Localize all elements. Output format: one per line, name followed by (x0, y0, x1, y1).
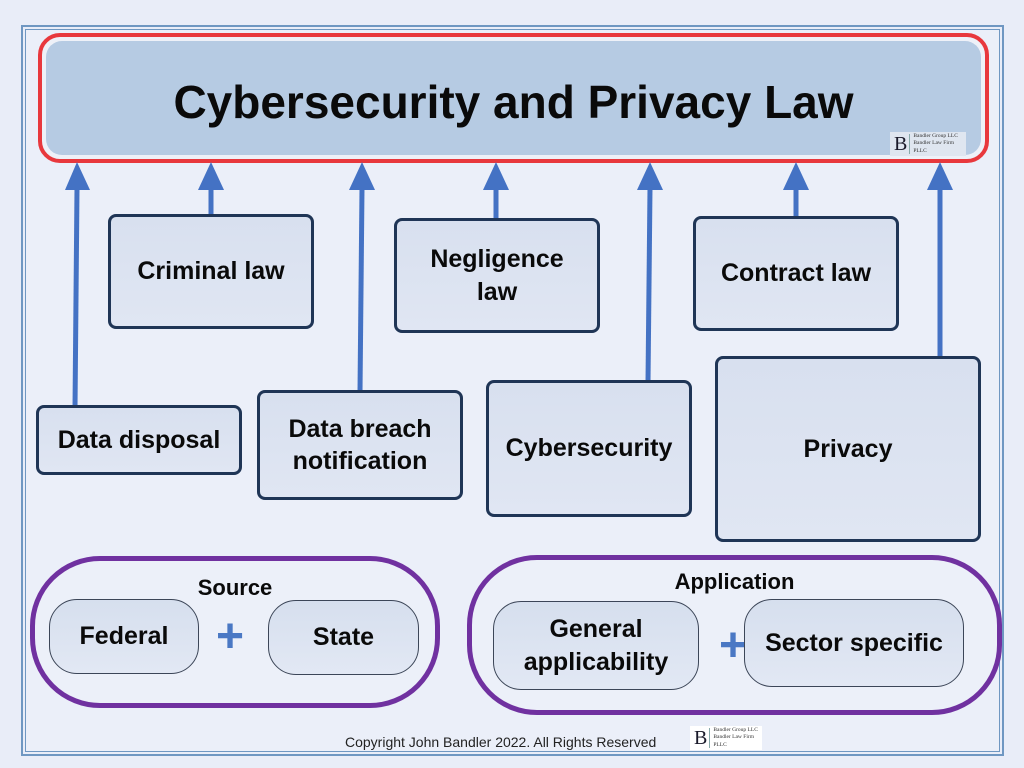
pill-state: State (268, 600, 419, 675)
footer-logo: B Bandler Group LLC Bandler Law Firm PLL… (690, 726, 762, 750)
title-banner: Cybersecurity and Privacy Law (38, 33, 989, 163)
box-privacy: Privacy (715, 356, 981, 542)
box-negligence-law: Negligence law (394, 218, 600, 333)
logo-letter: B (894, 134, 911, 154)
logo-letter: B (694, 728, 711, 748)
logo-line-1: Bandler Group LLC (713, 727, 758, 734)
box-cybersecurity: Cybersecurity (486, 380, 692, 517)
pill-sector-specific: Sector specific (744, 599, 964, 687)
box-data-disposal: Data disposal (36, 405, 242, 475)
plus-icon: + (719, 619, 748, 672)
box-criminal-law: Criminal law (108, 214, 314, 329)
page-title: Cybersecurity and Privacy Law (173, 76, 854, 128)
box-contract-law: Contract law (693, 216, 899, 331)
title-logo: B Bandler Group LLC Bandler Law Firm PLL… (890, 132, 966, 156)
copyright-text: Copyright John Bandler 2022. All Rights … (345, 734, 657, 750)
logo-line-1: Bandler Group LLC (913, 133, 958, 140)
pill-general-applicability: General applicability (493, 601, 699, 690)
plus-icon: + (216, 610, 245, 663)
group-source-title: Source (197, 575, 273, 600)
logo-line-2: Bandler Law Firm PLLC (713, 734, 754, 748)
group-application-title: Application (674, 569, 795, 594)
box-data-breach-notification: Data breach notification (257, 390, 463, 500)
logo-line-2: Bandler Law Firm PLLC (913, 140, 954, 154)
pill-federal: Federal (49, 599, 199, 674)
